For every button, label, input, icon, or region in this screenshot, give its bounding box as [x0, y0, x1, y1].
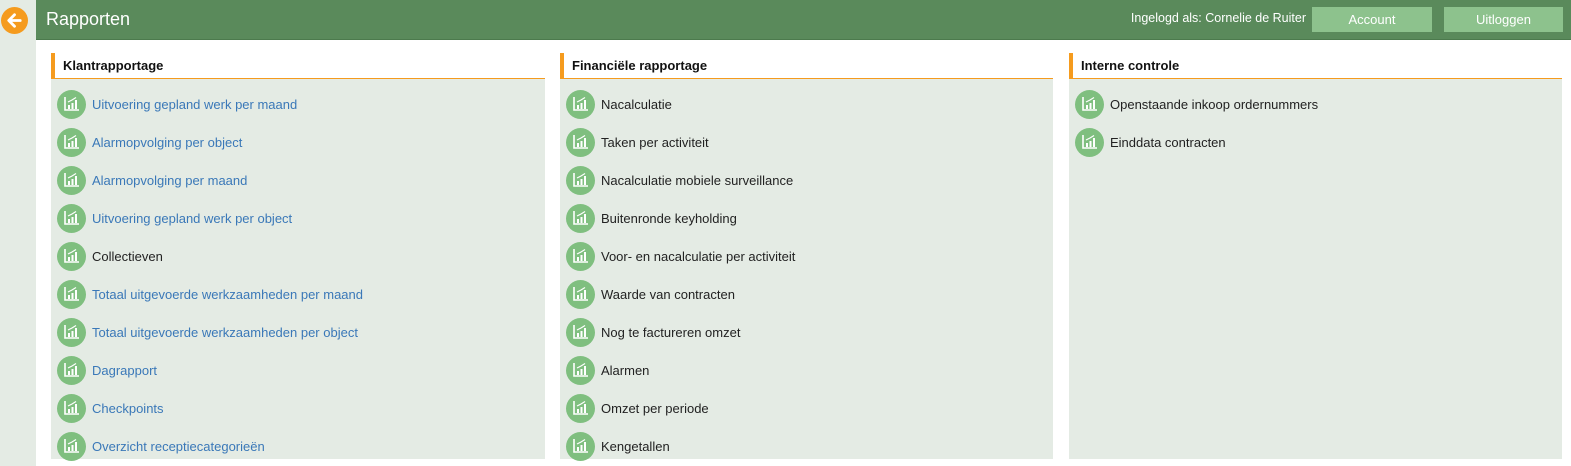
report-link[interactable]: Alarmen: [560, 351, 1053, 389]
report-label: Uitvoering gepland werk per maand: [92, 96, 298, 112]
report-label: Kengetallen: [601, 438, 670, 454]
bar-chart-icon: [57, 203, 86, 233]
report-label: Totaal uitgevoerde werkzaamheden per obj…: [92, 324, 358, 340]
report-list: Uitvoering gepland werk per maand Alarmop…: [51, 79, 545, 465]
report-link[interactable]: Checkpoints: [51, 389, 545, 427]
login-status: Ingelogd als: Cornelie de Ruiter: [1130, 11, 1306, 25]
report-link[interactable]: Einddata contracten: [1069, 123, 1562, 161]
report-label: Nacalculatie: [601, 96, 672, 112]
column-title: Klantrapportage: [51, 53, 545, 79]
report-link[interactable]: Voor- en nacalculatie per activiteit: [560, 237, 1053, 275]
bar-chart-icon: [57, 431, 86, 461]
report-label: Nog te factureren omzet: [601, 324, 741, 340]
report-label: Checkpoints: [92, 400, 164, 416]
bar-chart-icon: [57, 355, 86, 385]
bar-chart-icon: [57, 393, 86, 423]
report-label: Openstaande inkoop ordernummers: [1110, 96, 1319, 112]
report-label: Einddata contracten: [1110, 134, 1226, 150]
bar-chart-icon: [57, 89, 86, 119]
report-label: Waarde van contracten: [601, 286, 735, 302]
report-link[interactable]: Buitenronde keyholding: [560, 199, 1053, 237]
bar-chart-icon: [566, 203, 595, 233]
bar-chart-icon: [566, 241, 595, 271]
bar-chart-icon: [566, 317, 595, 347]
report-label: Alarmopvolging per object: [92, 134, 243, 150]
bar-chart-icon: [57, 165, 86, 195]
column-klantrapportage: Klantrapportage Uitvoering gepland werk …: [51, 53, 545, 461]
report-label: Nacalculatie mobiele surveillance: [601, 172, 794, 188]
column-financiele-rapportage: Financiële rapportage Nacalculatie Taken …: [560, 53, 1053, 461]
arrow-left-icon: [7, 13, 22, 28]
bar-chart-icon: [566, 355, 595, 385]
bar-chart-icon: [566, 431, 595, 461]
report-link[interactable]: Waarde van contracten: [560, 275, 1053, 313]
report-link[interactable]: Nacalculatie mobiele surveillance: [560, 161, 1053, 199]
column-title: Interne controle: [1069, 53, 1562, 79]
report-link[interactable]: Overzicht receptiecategorieën: [51, 427, 545, 465]
report-list: Nacalculatie Taken per activiteit Nacalcul…: [560, 79, 1053, 465]
report-link[interactable]: Totaal uitgevoerde werkzaamheden per maa…: [51, 275, 545, 313]
bar-chart-icon: [1075, 89, 1104, 119]
bar-chart-icon: [1075, 127, 1104, 157]
bar-chart-icon: [566, 279, 595, 309]
report-label: Overzicht receptiecategorieën: [92, 438, 265, 454]
bar-chart-icon: [57, 127, 86, 157]
report-list: Openstaande inkoop ordernummers Einddata …: [1069, 79, 1562, 161]
report-label: Alarmen: [601, 362, 650, 378]
report-label: Totaal uitgevoerde werkzaamheden per maa…: [92, 286, 364, 302]
report-link[interactable]: Taken per activiteit: [560, 123, 1053, 161]
report-label: Omzet per periode: [601, 400, 709, 416]
report-link[interactable]: Openstaande inkoop ordernummers: [1069, 85, 1562, 123]
report-link[interactable]: Totaal uitgevoerde werkzaamheden per obj…: [51, 313, 545, 351]
report-label: Voor- en nacalculatie per activiteit: [601, 248, 796, 264]
back-button[interactable]: [1, 7, 28, 34]
page-title: Rapporten: [46, 9, 131, 29]
report-link[interactable]: Dagrapport: [51, 351, 545, 389]
report-link[interactable]: Nog te factureren omzet: [560, 313, 1053, 351]
column-interne-controle: Interne controle Openstaande inkoop orde…: [1069, 53, 1562, 459]
report-link[interactable]: Uitvoering gepland werk per object: [51, 199, 545, 237]
report-label: Alarmopvolging per maand: [92, 172, 248, 188]
report-link[interactable]: Omzet per periode: [560, 389, 1053, 427]
report-link[interactable]: Uitvoering gepland werk per maand: [51, 85, 545, 123]
column-title: Financiële rapportage: [560, 53, 1053, 79]
report-label: Taken per activiteit: [601, 134, 709, 150]
report-label: Uitvoering gepland werk per object: [92, 210, 293, 226]
report-link[interactable]: Alarmopvolging per maand: [51, 161, 545, 199]
bar-chart-icon: [566, 89, 595, 119]
report-label: Collectieven: [92, 248, 163, 264]
report-link[interactable]: Alarmopvolging per object: [51, 123, 545, 161]
bar-chart-icon: [57, 241, 86, 271]
bar-chart-icon: [57, 279, 86, 309]
report-label: Buitenronde keyholding: [601, 210, 737, 226]
report-link[interactable]: Kengetallen: [560, 427, 1053, 465]
bar-chart-icon: [566, 127, 595, 157]
bar-chart-icon: [57, 317, 86, 347]
bar-chart-icon: [566, 165, 595, 195]
left-sidebar: [0, 0, 36, 466]
account-button[interactable]: Account: [1312, 7, 1432, 32]
top-bar: Rapporten Ingelogd als: Cornelie de Ruit…: [36, 0, 1571, 40]
report-label: Dagrapport: [92, 362, 158, 378]
bar-chart-icon: [566, 393, 595, 423]
report-link[interactable]: Collectieven: [51, 237, 545, 275]
logout-button[interactable]: Uitloggen: [1444, 7, 1563, 32]
report-link[interactable]: Nacalculatie: [560, 85, 1053, 123]
